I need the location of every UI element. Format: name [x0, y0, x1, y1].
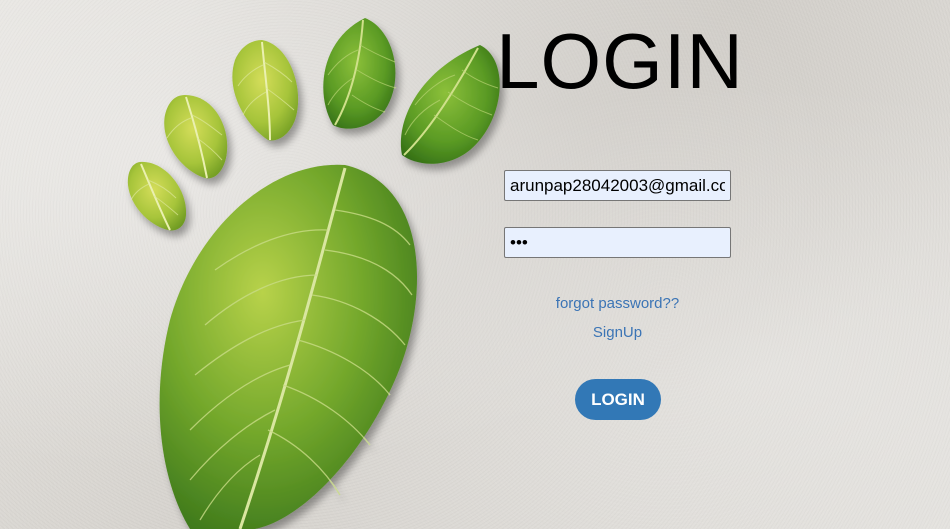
- toe-leaf-1: [400, 45, 500, 164]
- sole-leaf: [159, 164, 418, 529]
- toe-leaf-4: [164, 95, 228, 179]
- login-button[interactable]: LOGIN: [575, 379, 661, 420]
- toe-leaf-3: [232, 40, 299, 141]
- signup-link[interactable]: SignUp: [504, 324, 731, 341]
- leaf-footprint-image: [127, 18, 500, 529]
- email-field[interactable]: [504, 170, 731, 201]
- toe-leaf-5: [127, 161, 187, 231]
- page-title: LOGIN: [496, 17, 744, 105]
- toe-leaf-2: [323, 18, 397, 129]
- forgot-password-link[interactable]: forgot password??: [504, 295, 731, 312]
- password-field[interactable]: [504, 227, 731, 258]
